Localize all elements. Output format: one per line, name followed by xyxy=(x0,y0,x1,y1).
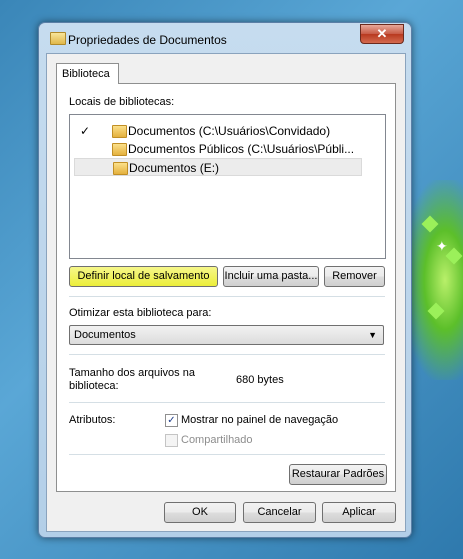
remove-button[interactable]: Remover xyxy=(324,266,385,287)
tab-biblioteca[interactable]: Biblioteca xyxy=(56,63,119,84)
location-label: Documentos (E:) xyxy=(129,161,220,175)
folder-icon xyxy=(112,143,127,156)
optimize-label: Otimizar esta biblioteca para: xyxy=(69,307,212,319)
properties-dialog: Propriedades de Documentos ✕ Biblioteca … xyxy=(38,22,412,538)
dialog-body: Biblioteca Locais de bibliotecas: ✓ Docu… xyxy=(46,53,406,532)
cancel-button[interactable]: Cancelar xyxy=(243,502,316,523)
optimize-selected-value: Documentos xyxy=(74,329,136,341)
show-in-navigation-checkbox[interactable]: ✓ xyxy=(165,414,178,427)
desktop-background-glow xyxy=(403,180,463,380)
folder-icon xyxy=(113,162,128,175)
list-item[interactable]: Documentos (E:) xyxy=(74,158,362,176)
list-item[interactable]: Documentos Públicos (C:\Usuários\Públi..… xyxy=(70,140,362,158)
file-size-label: Tamanho dos arquivos na biblioteca: xyxy=(69,367,195,392)
restore-defaults-button[interactable]: Restaurar Padrões xyxy=(289,464,387,485)
show-in-navigation-label: Mostrar no painel de navegação xyxy=(181,414,339,426)
list-item[interactable]: ✓ Documentos (C:\Usuários\Convidado) xyxy=(70,122,362,140)
folder-icon xyxy=(112,125,127,138)
location-label: Documentos (C:\Usuários\Convidado) xyxy=(128,124,331,138)
file-size-value: 680 bytes xyxy=(236,374,284,386)
optimize-dropdown[interactable]: Documentos ▼ xyxy=(69,325,384,345)
include-folder-button[interactable]: Incluir uma pasta... xyxy=(223,266,319,287)
divider xyxy=(69,402,385,403)
shared-label: Compartilhado xyxy=(181,434,253,446)
location-label: Documentos Públicos (C:\Usuários\Públi..… xyxy=(128,142,355,156)
apply-button[interactable]: Aplicar xyxy=(322,502,396,523)
library-folder-icon xyxy=(50,32,66,45)
library-locations-list[interactable]: ✓ Documentos (C:\Usuários\Convidado) Doc… xyxy=(69,114,386,259)
set-save-location-button[interactable]: Definir local de salvamento xyxy=(69,266,218,287)
library-locations-label: Locais de bibliotecas: xyxy=(69,96,175,108)
window-title: Propriedades de Documentos xyxy=(68,33,227,47)
divider xyxy=(69,296,385,297)
desktop-butterfly-decoration: ✦ xyxy=(436,238,448,254)
attributes-label: Atributos: xyxy=(69,414,116,426)
divider xyxy=(69,454,385,455)
chevron-down-icon: ▼ xyxy=(368,330,377,340)
divider xyxy=(69,354,385,355)
close-button[interactable]: ✕ xyxy=(360,24,404,44)
tab-panel-biblioteca: Locais de bibliotecas: ✓ Documentos (C:\… xyxy=(56,83,396,492)
ok-button[interactable]: OK xyxy=(164,502,236,523)
default-save-check-icon: ✓ xyxy=(80,124,91,138)
shared-checkbox xyxy=(165,434,178,447)
title-bar[interactable]: Propriedades de Documentos ✕ xyxy=(39,23,411,53)
